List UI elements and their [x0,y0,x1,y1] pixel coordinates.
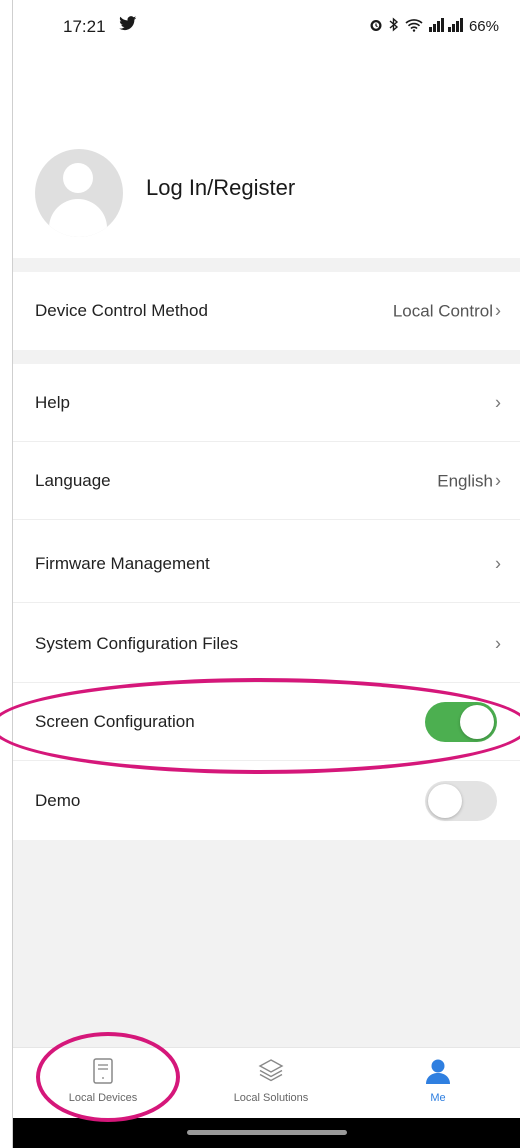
profile-header[interactable]: Log In/Register [13,125,520,255]
bluetooth-icon [389,17,399,35]
bottom-tab-bar: Local Devices Local Solutions Me [13,1047,520,1118]
tab-label: Local Solutions [233,1092,309,1104]
system-configuration-files-row[interactable]: System Configuration Files › [13,605,520,683]
tab-me[interactable]: Me [358,1048,518,1118]
avatar-body [49,199,107,237]
screen-configuration-label: Screen Configuration [35,712,195,731]
screen-configuration-toggle[interactable] [425,702,497,742]
alarm-icon [369,18,383,35]
help-chevron: › [493,393,501,414]
tab-label: Me [430,1092,446,1104]
login-register-link[interactable]: Log In/Register [146,175,295,201]
firmware-management-chevron: › [493,554,501,575]
tab-label: Local Devices [68,1092,138,1104]
language-row[interactable]: Language English › [13,442,520,520]
signal-icon [428,17,463,35]
twitter-icon [119,16,137,36]
device-control-method-label: Device Control Method [35,301,208,320]
firmware-management-row[interactable]: Firmware Management › [13,525,520,603]
toggle-knob [428,784,462,818]
chevron-right-icon: › [495,392,501,413]
status-icons: 66% [369,17,499,35]
status-bar: 17:21 66% [13,0,520,80]
help-row[interactable]: Help › [13,364,520,442]
tab-local-devices[interactable]: Local Devices [23,1048,183,1118]
chevron-right-icon: › [495,633,501,654]
help-label: Help [35,393,70,412]
demo-toggle[interactable] [425,781,497,821]
person-icon [425,1058,451,1089]
avatar-head [63,163,93,193]
demo-label: Demo [35,791,81,810]
battery-percent: 66% [468,17,499,35]
firmware-management-label: Firmware Management [35,554,210,573]
chevron-right-icon: › [495,553,501,574]
section-gap [13,258,520,272]
chevron-right-icon: › [495,470,501,491]
section-gap [13,350,520,364]
android-nav-bar [13,1118,520,1148]
chevron-right-icon: › [495,300,501,321]
system-configuration-files-chevron: › [493,634,501,655]
avatar[interactable] [35,149,123,237]
toggle-knob [460,705,494,739]
home-handle[interactable] [187,1130,347,1135]
system-configuration-files-label: System Configuration Files [35,634,239,653]
phone-screen: 17:21 66% Log In/Register Device Control… [12,0,520,1148]
status-time: 17:21 [63,17,106,36]
wifi-icon [405,18,423,35]
screen-configuration-row: Screen Configuration [13,683,520,761]
language-label: Language [35,471,111,490]
tab-local-solutions[interactable]: Local Solutions [191,1048,351,1118]
language-value: English › [437,470,501,491]
layers-icon [258,1058,284,1087]
divider [13,519,520,520]
divider [13,602,520,603]
divider [13,760,520,761]
demo-row: Demo [13,762,520,840]
device-control-method-row[interactable]: Device Control Method Local Control › [13,272,520,350]
device-control-method-value: Local Control › [392,300,501,321]
document-icon [93,1058,113,1089]
